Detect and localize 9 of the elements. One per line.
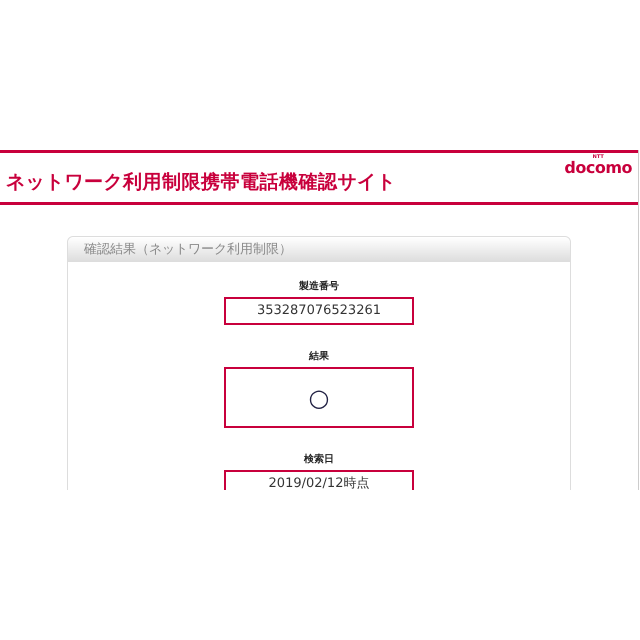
panel-title: 確認結果（ネットワーク利用制限）: [68, 237, 570, 262]
site-title: ネットワーク利用制限携帯電話機確認サイト: [6, 170, 396, 195]
field-label: 製造番号: [299, 280, 339, 293]
logo: docomo: [564, 160, 632, 176]
value-box: 353287076523261: [224, 297, 414, 325]
field-label: 検索日: [304, 452, 334, 466]
value-box: 2019/02/12時点: [224, 470, 414, 490]
field-label: 結果: [309, 350, 329, 363]
result-mark: ○: [308, 386, 330, 410]
